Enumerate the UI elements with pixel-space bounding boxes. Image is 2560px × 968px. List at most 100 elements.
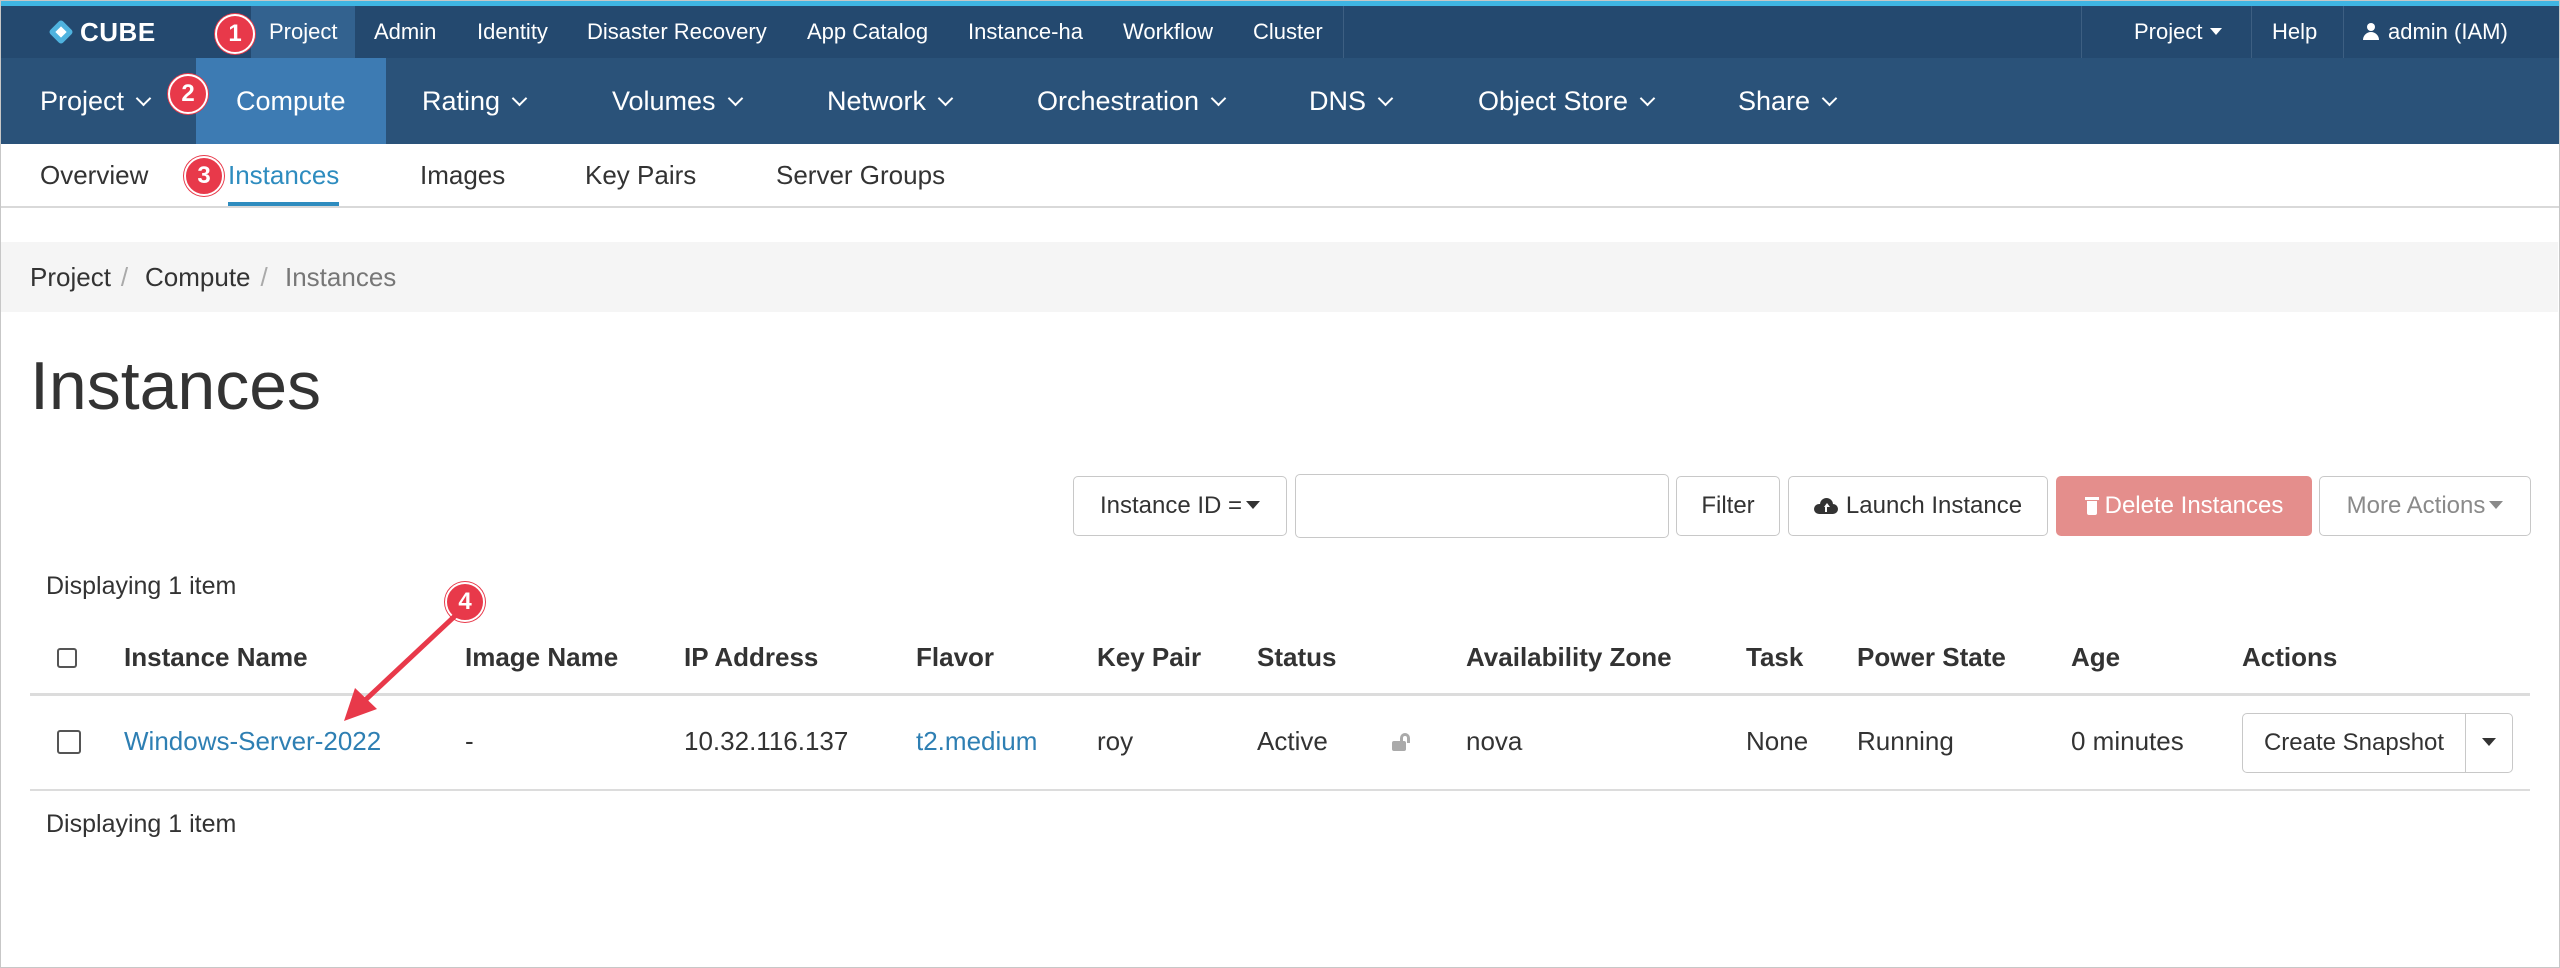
top-navbar: CUBE Project Admin Identity Disaster Rec… [0,6,2560,58]
topnav-identity[interactable]: Identity [477,6,548,58]
chevron-down-icon [135,90,152,107]
filter-field-dropdown[interactable]: Instance ID = [1073,476,1287,536]
nav-compute[interactable]: Compute [196,58,386,144]
topnav-project[interactable]: Project [251,6,356,58]
column-header-task[interactable]: Task [1746,642,1803,673]
trash-icon [2084,497,2099,515]
topnav-admin[interactable]: Admin [374,6,436,58]
breadcrumb-separator: / [260,262,268,292]
nav-orchestration-label: Orchestration [1037,86,1200,116]
nav-object-store-label: Object Store [1478,86,1629,116]
breadcrumb-compute-label: Compute [145,262,251,292]
annotation-badge-2: 2 [168,74,208,114]
topnav-disaster-recovery[interactable]: Disaster Recovery [587,6,767,58]
launch-instance-label: Launch Instance [1845,492,2023,519]
launch-instance-button[interactable]: Launch Instance [1788,476,2048,536]
row-actions-dropdown-toggle[interactable] [2465,713,2513,773]
nav-rating[interactable]: Rating [422,58,528,144]
nav-share-label: Share [1738,86,1811,116]
annotation-badge-3: 3 [184,156,224,196]
nav-project-label: Project [40,86,125,116]
column-header-image-name[interactable]: Image Name [465,642,618,673]
chevron-down-icon [727,90,743,107]
topnav-cluster[interactable]: Cluster [1253,6,1323,58]
column-header-flavor[interactable]: Flavor [916,642,994,673]
nav-rating-label: Rating [422,86,501,116]
table-bottom-divider [30,789,2530,791]
delete-instances-label: Delete Instances [2104,492,2284,519]
ip-address-cell: 10.32.116.137 [684,726,849,756]
instance-name-link[interactable]: Windows-Server-2022 [124,726,381,757]
image-name-cell: - [465,726,474,756]
chevron-down-icon [1821,90,1838,107]
tab-images[interactable]: Images [420,144,505,206]
caret-down-icon [2482,738,2496,746]
cloud-upload-icon [1813,498,1838,514]
cube-logo-icon [48,19,74,45]
project-dropdown-label: Project [2134,19,2203,44]
column-header-key-pair[interactable]: Key Pair [1097,642,1201,673]
user-icon [2362,23,2380,41]
topnav-instance-ha[interactable]: Instance-ha [968,6,1083,58]
topnav-divider [2251,6,2252,58]
breadcrumb-compute[interactable]: Compute / [145,242,268,312]
chevron-down-icon [1377,90,1394,107]
more-actions-label: More Actions [2346,492,2486,519]
breadcrumb-project-label: Project [30,262,111,292]
topnav-app-catalog[interactable]: App Catalog [807,6,928,58]
column-header-power-state[interactable]: Power State [1857,642,2006,673]
task-cell: None [1746,726,1809,756]
topnav-project-dropdown[interactable]: Project [2134,6,2223,58]
column-header-actions: Actions [2242,642,2338,672]
create-snapshot-button[interactable]: Create Snapshot [2242,713,2466,773]
nav-object-store[interactable]: Object Store [1478,58,1656,144]
chevron-down-icon [937,90,954,107]
column-header-status[interactable]: Status [1257,642,1336,673]
caret-down-icon [2210,28,2223,35]
tab-server-groups[interactable]: Server Groups [776,144,945,206]
annotation-badge-1: 1 [215,14,255,54]
nav-project[interactable]: Project [40,58,152,144]
caret-down-icon [2489,501,2504,509]
chevron-down-icon [1639,90,1656,107]
column-header-instance-name[interactable]: Instance Name [124,642,308,673]
logo-text: CUBE [80,16,156,47]
column-header-ip-address[interactable]: IP Address [684,642,818,673]
tab-overview[interactable]: Overview [40,144,148,206]
row-select-checkbox[interactable] [57,730,81,754]
power-state-cell: Running [1857,726,1954,756]
filter-input[interactable] [1295,474,1669,538]
flavor-link[interactable]: t2.medium [916,726,1037,757]
main-navbar: Project Compute Rating Volumes Network O… [0,58,2560,144]
more-actions-button[interactable]: More Actions [2319,476,2531,536]
topnav-help[interactable]: Help [2272,6,2317,58]
topnav-divider [2081,6,2082,58]
age-cell: 0 minutes [2071,726,2184,756]
nav-orchestration[interactable]: Orchestration [1037,58,1227,144]
annotation-arrow [344,612,459,721]
delete-instances-button[interactable]: Delete Instances [2056,476,2312,536]
availability-zone-cell: nova [1466,726,1523,756]
nav-network-label: Network [827,86,927,116]
user-menu[interactable]: admin (IAM) [2362,6,2508,58]
nav-compute-label: Compute [236,86,346,116]
nav-dns[interactable]: DNS [1309,58,1394,144]
topnav-divider [2343,6,2344,58]
nav-volumes[interactable]: Volumes [612,58,743,144]
filter-button[interactable]: Filter [1676,476,1780,536]
nav-dns-label: DNS [1309,86,1367,116]
cube-logo[interactable]: CUBE [48,6,156,58]
tab-key-pairs[interactable]: Key Pairs [585,144,696,206]
column-header-age[interactable]: Age [2071,642,2120,673]
breadcrumb-project[interactable]: Project / [30,242,128,312]
nav-network[interactable]: Network [827,58,954,144]
select-all-checkbox[interactable] [57,648,77,668]
table-count: Displaying 1 item [46,572,237,600]
topnav-workflow[interactable]: Workflow [1123,6,1213,58]
user-name: admin (IAM) [2388,19,2508,44]
tab-instances[interactable]: Instances [228,144,340,206]
breadcrumb-instances: Instances [285,262,397,292]
column-header-availability-zone[interactable]: Availability Zone [1466,642,1672,673]
page-title: Instances [30,348,322,424]
nav-share[interactable]: Share [1738,58,1838,144]
